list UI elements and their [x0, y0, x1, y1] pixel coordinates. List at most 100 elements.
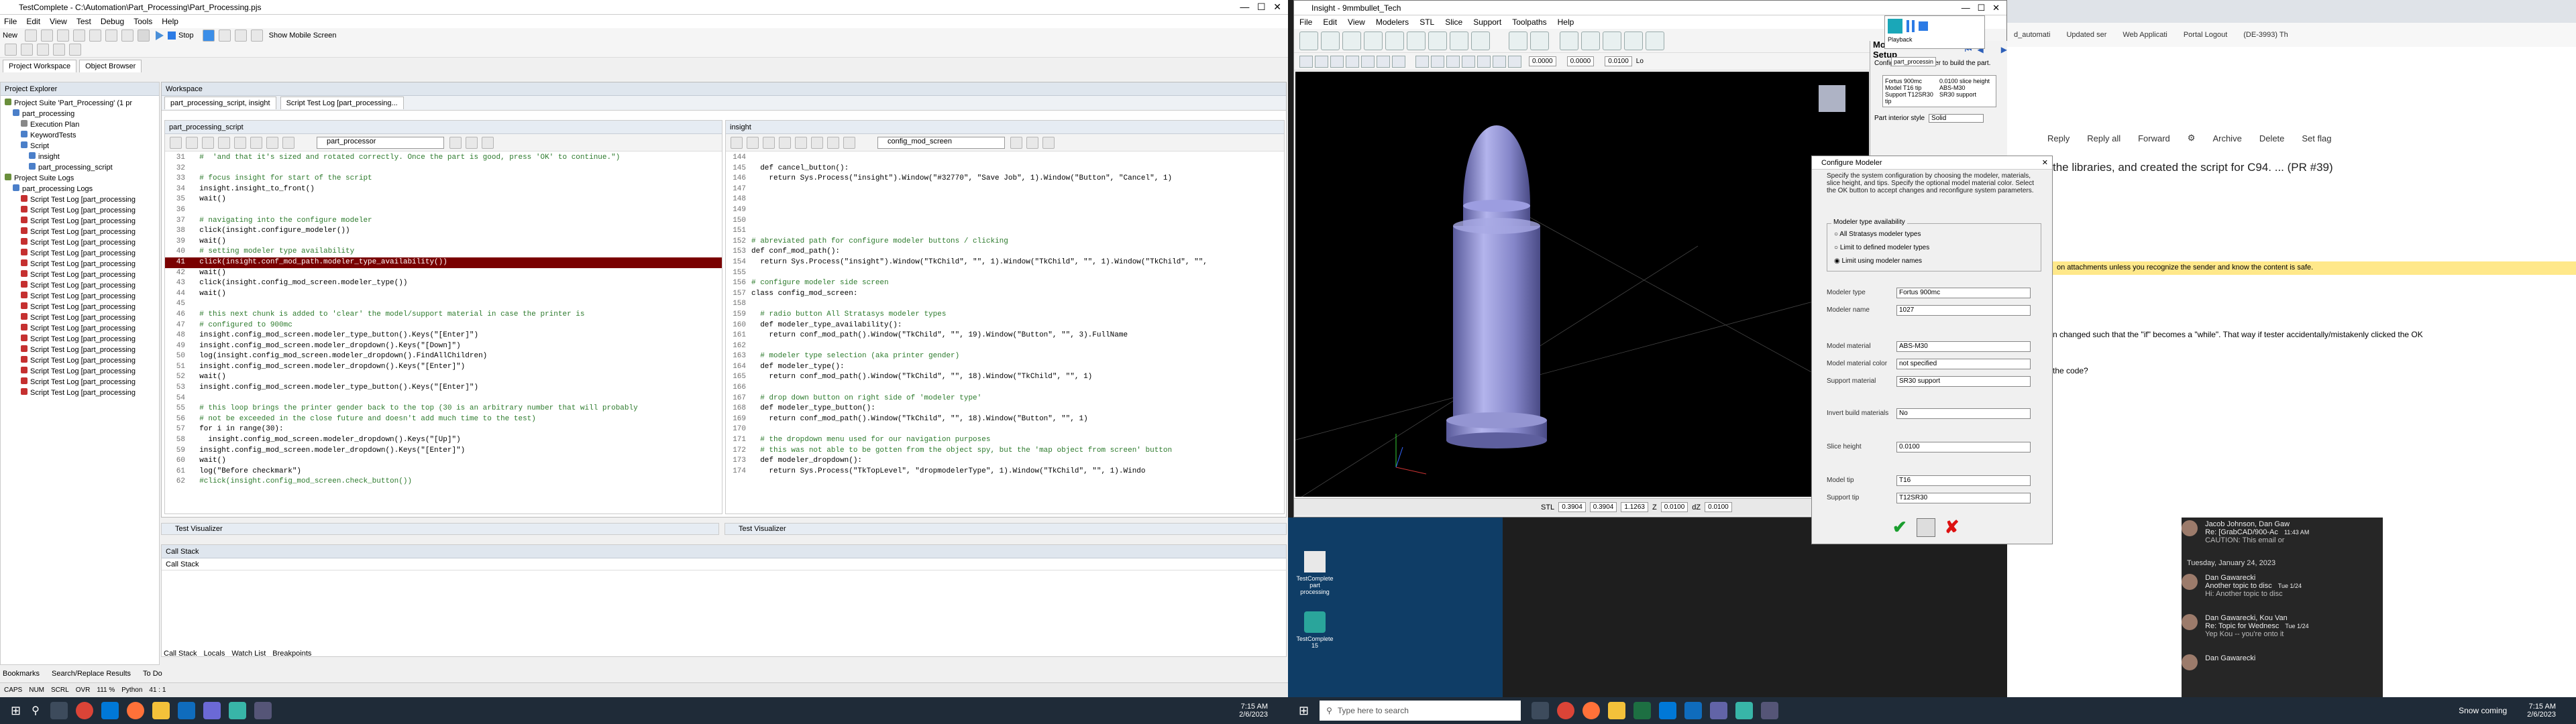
code-line[interactable]: 153 def conf_mod_path():	[726, 247, 1284, 257]
redo-icon[interactable]	[121, 29, 134, 42]
editor-tool-icon[interactable]	[250, 136, 262, 149]
code-line[interactable]: 163 # modeler type selection (aka printe…	[726, 351, 1284, 362]
code-line[interactable]: 56 # not be exceeded in the close future…	[165, 414, 722, 425]
tab-call-stack[interactable]: Call Stack	[164, 650, 197, 658]
editor-tool-icon[interactable]	[795, 136, 807, 149]
code-line[interactable]: 168 def modeler_type_button():	[726, 404, 1284, 414]
code-line[interactable]: 38 click(insight.configure_modeler())	[165, 226, 722, 237]
code-line[interactable]: 34 insight.insight_to_front()	[165, 184, 722, 195]
code-line[interactable]: 59 insight.config_mod_screen.modeler_dro…	[165, 446, 722, 457]
code-line[interactable]: 147	[726, 184, 1284, 195]
radio-names[interactable]: ◉ Limit using modeler names	[1834, 257, 1922, 265]
code-line[interactable]: 37 # navigating into the configure model…	[165, 216, 722, 227]
vscode-icon[interactable]	[1659, 702, 1677, 719]
code-line[interactable]: 50 log(insight.config_mod_screen.modeler…	[165, 351, 722, 362]
editor-tool-icon[interactable]	[779, 136, 791, 149]
record-icon[interactable]	[1888, 19, 1902, 34]
code-line[interactable]: 159 # radio button All Stratasys modeler…	[726, 310, 1284, 320]
editor-tool-icon[interactable]	[1026, 136, 1038, 149]
tool-icon[interactable]	[1346, 55, 1359, 68]
firefox-icon[interactable]	[126, 702, 144, 719]
mail-item[interactable]: Jacob Johnson, Dan Gaw Re: [GrabCAD/900-…	[2182, 520, 2376, 544]
mail-item[interactable]: Dan Gawarecki Another topic to disc Tue …	[2182, 574, 2376, 598]
tree-item[interactable]: Script Test Log [part_processing	[2, 324, 158, 335]
code-line[interactable]: 161 return conf_mod_path().Window("TkChi…	[726, 330, 1284, 341]
vscode-icon[interactable]	[101, 702, 119, 719]
code-line[interactable]: 40 # setting modeler type availability	[165, 247, 722, 257]
test-visualizer-left[interactable]: Test Visualizer	[161, 523, 719, 535]
bookmark[interactable]: Portal Logout	[2184, 31, 2227, 39]
editor-tool-icon[interactable]	[449, 136, 462, 149]
firefox-icon[interactable]	[1582, 702, 1601, 719]
code-line[interactable]: 150	[726, 216, 1284, 227]
support-material-select[interactable]: SR30 support	[1896, 376, 2031, 387]
paste-icon[interactable]	[89, 29, 102, 42]
code-line[interactable]: 36	[165, 205, 722, 216]
code-line[interactable]: 146 return Sys.Process("insight").Window…	[726, 174, 1284, 184]
code-line[interactable]: 45	[165, 299, 722, 310]
settings-icon[interactable]	[1428, 31, 1447, 50]
new-button[interactable]: New	[3, 32, 17, 40]
code-line[interactable]: 31 # 'and that it's sized and rotated co…	[165, 153, 722, 164]
radio-all[interactable]: ○ All Stratasys modeler types	[1834, 231, 1921, 238]
menu-view[interactable]: View	[50, 17, 67, 26]
bookmark[interactable]: (DE-3993) Th	[2243, 31, 2288, 39]
editor-tool-icon[interactable]	[811, 136, 823, 149]
tab-bookmarks[interactable]: Bookmarks	[3, 670, 40, 678]
code-line[interactable]: 158	[726, 299, 1284, 310]
menu-file[interactable]: File	[4, 17, 17, 26]
target-icon[interactable]	[1530, 31, 1549, 50]
code-line[interactable]: 154 return Sys.Process("insight").Window…	[726, 257, 1284, 268]
build-icon[interactable]	[1509, 31, 1527, 50]
tree-item[interactable]: KeywordTests	[2, 131, 158, 141]
desktop-icon[interactable]: TestComplete 15	[1295, 611, 1335, 649]
routine-combo[interactable]: part_processor	[317, 136, 444, 149]
photos-icon[interactable]	[254, 702, 272, 719]
tool-icon[interactable]	[1330, 55, 1344, 68]
code-line[interactable]: 171 # the dropdown menu used for our nav…	[726, 435, 1284, 446]
value-field[interactable]: 0.0100	[1605, 56, 1632, 66]
support-tip-select[interactable]: T12SR30	[1896, 493, 2031, 503]
tree-item[interactable]: Execution Plan	[2, 120, 158, 131]
pause-icon[interactable]	[202, 29, 215, 42]
code-line[interactable]: 51 insight.config_mod_screen.modeler_dro…	[165, 362, 722, 373]
zoom-icon[interactable]	[1581, 31, 1600, 50]
tool-icon[interactable]	[1299, 55, 1313, 68]
tab-project-workspace[interactable]: Project Workspace	[3, 59, 77, 72]
tree-item[interactable]: Script Test Log [part_processing	[2, 195, 158, 206]
tool-icon[interactable]	[1508, 55, 1521, 68]
reply-all-button[interactable]: Reply all	[2087, 133, 2121, 143]
forward-icon[interactable]	[282, 136, 294, 149]
editor-tool-icon[interactable]	[747, 136, 759, 149]
modeler-type-select[interactable]: Fortus 900mc	[1896, 288, 2031, 298]
editor-tool-icon[interactable]	[170, 136, 182, 149]
stop-button[interactable]: Stop	[178, 32, 194, 40]
excel-icon[interactable]	[1633, 702, 1652, 719]
step-over-icon[interactable]	[234, 29, 247, 42]
stop-icon[interactable]	[168, 32, 176, 40]
tree-item[interactable]: Script	[2, 141, 158, 152]
menu-edit[interactable]: Edit	[1323, 17, 1337, 27]
task-view-icon[interactable]	[50, 702, 68, 719]
test-visualizer-right[interactable]: Test Visualizer	[724, 523, 1287, 535]
zoom-out-icon[interactable]	[1624, 31, 1643, 50]
tab-breakpoints[interactable]: Breakpoints	[272, 650, 311, 658]
code-line[interactable]: 42 wait()	[165, 268, 722, 279]
chrome-icon[interactable]	[75, 702, 93, 719]
cut-icon[interactable]	[57, 29, 70, 42]
editor-tool-icon[interactable]	[1042, 136, 1055, 149]
code-line[interactable]: 60 wait()	[165, 456, 722, 467]
undo-icon[interactable]	[105, 29, 118, 42]
code-line[interactable]: 166	[726, 383, 1284, 394]
tray-clock-left[interactable]: 7:15 AM 2/6/2023	[1239, 703, 1288, 719]
tool-icon[interactable]	[1446, 55, 1460, 68]
pan-icon[interactable]	[1646, 31, 1664, 50]
toolbar-icon-b[interactable]	[21, 44, 33, 56]
code-line[interactable]: 57 for i in range(30):	[165, 424, 722, 435]
code-line[interactable]: 41 click(insight.conf_mod_path.modeler_t…	[165, 257, 722, 268]
code-line[interactable]: 155	[726, 268, 1284, 279]
tree-item[interactable]: Script Test Log [part_processing	[2, 270, 158, 281]
weather-widget[interactable]: Snow coming	[2459, 706, 2507, 715]
code-line[interactable]: 52 wait()	[165, 372, 722, 383]
code-line[interactable]: 32	[165, 164, 722, 174]
